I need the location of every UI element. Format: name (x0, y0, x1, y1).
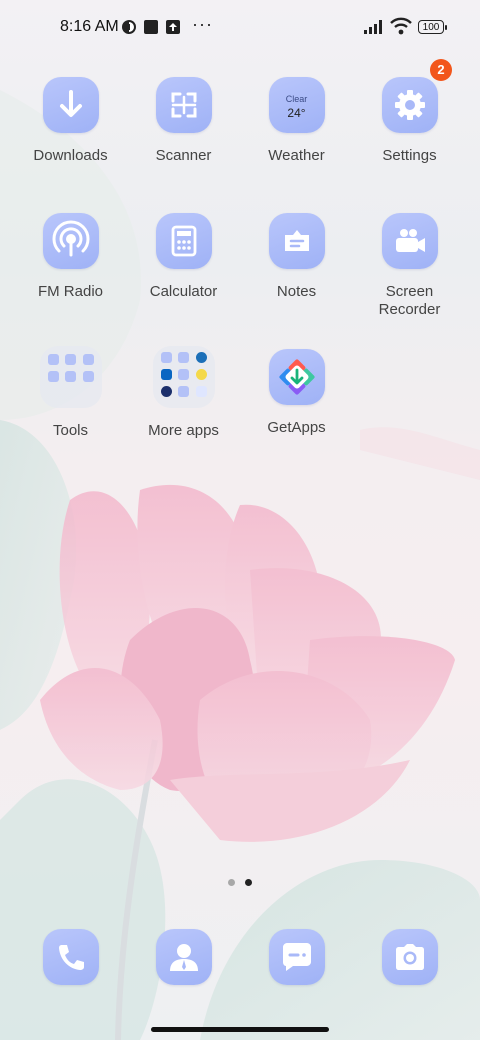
folder-tools[interactable]: Tools (14, 346, 127, 440)
weather-temperature: 24° (287, 106, 306, 120)
gesture-navigation-bar[interactable] (151, 1027, 329, 1032)
status-bar: 8:16 AM ··· 100 (0, 0, 480, 56)
radio-antenna-icon (42, 213, 99, 269)
app-label: Notes (276, 283, 317, 300)
scan-icon (155, 77, 212, 133)
contacts-icon (155, 929, 212, 985)
app-settings[interactable]: Settings (353, 77, 466, 165)
app-label: More apps (148, 422, 219, 439)
weather-icon: Clear 24° (268, 77, 325, 133)
page-dot-2-active[interactable] (245, 879, 252, 886)
dock-contacts[interactable] (127, 929, 240, 985)
getapps-icon (268, 349, 325, 405)
weather-condition: Clear (285, 94, 308, 104)
page-dot-1[interactable] (228, 879, 235, 886)
phone-icon (42, 929, 99, 985)
app-label: Downloads (33, 147, 108, 164)
app-label: FM Radio (37, 283, 104, 300)
battery-icon: 100 (418, 20, 447, 34)
app-label: Weather (268, 147, 325, 164)
dock-messages[interactable] (240, 929, 353, 985)
video-camera-icon (381, 213, 438, 269)
folder-more-apps[interactable]: More apps (127, 346, 240, 440)
app-fm-radio[interactable]: FM Radio (14, 213, 127, 301)
camera-icon (381, 929, 438, 985)
app-scanner[interactable]: Scanner (127, 77, 240, 165)
folder-icon (152, 346, 215, 408)
calculator-icon (155, 213, 212, 269)
dock-phone[interactable] (14, 929, 127, 985)
signal-icon (364, 20, 382, 34)
wifi-icon (390, 17, 412, 35)
app-notification-icon (144, 20, 158, 34)
app-label: Tools (52, 422, 89, 439)
app-downloads[interactable]: Downloads (14, 77, 127, 165)
messages-icon (268, 929, 325, 985)
app-label: Settings (382, 147, 437, 164)
more-dots-icon: ··· (192, 14, 213, 34)
gear-icon (381, 77, 438, 133)
app-notes[interactable]: Notes (240, 213, 353, 301)
app-label: Calculator (149, 283, 218, 300)
clock-time: 8:16 AM (60, 18, 119, 35)
private-dns-icon (122, 20, 136, 34)
app-label: Scanner (155, 147, 212, 164)
app-label: Screen Recorder (378, 283, 441, 318)
notes-icon (268, 213, 325, 269)
notification-badge: 2 (430, 59, 452, 81)
app-label: GetApps (267, 419, 326, 436)
folder-icon (39, 346, 102, 408)
app-screen-recorder[interactable]: Screen Recorder (353, 213, 466, 319)
upload-icon (166, 20, 180, 34)
dock-camera[interactable] (353, 929, 466, 985)
download-arrow-icon (42, 77, 99, 133)
app-weather[interactable]: Clear 24° Weather (240, 77, 353, 165)
app-calculator[interactable]: Calculator (127, 213, 240, 301)
app-getapps[interactable]: GetApps (240, 349, 353, 437)
